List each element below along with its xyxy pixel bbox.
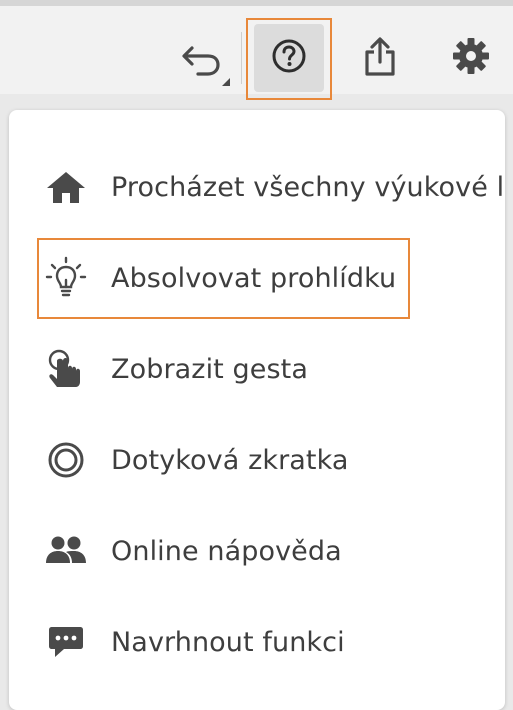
menu-item-label: Navrhnout funkci xyxy=(111,626,345,658)
touch-shortcut-icon xyxy=(43,437,89,483)
menu-item-label: Procházet všechny výukové le xyxy=(111,171,505,203)
undo-icon xyxy=(178,34,230,90)
settings-button[interactable] xyxy=(443,30,499,86)
menu-item-touch-shortcut[interactable]: Dotyková zkratka xyxy=(9,425,505,495)
gear-icon xyxy=(451,36,491,80)
help-button[interactable] xyxy=(254,24,324,92)
people-icon xyxy=(43,528,89,574)
touch-gesture-icon xyxy=(43,346,89,392)
home-icon xyxy=(43,164,89,210)
share-icon xyxy=(358,34,402,82)
help-menu: Procházet všechny výukové le Absolvovat … xyxy=(9,110,505,710)
help-circle-icon xyxy=(269,36,309,80)
menu-item-show-gestures[interactable]: Zobrazit gesta xyxy=(9,334,505,404)
menu-item-browse-tutorials[interactable]: Procházet všechny výukové le xyxy=(9,152,505,222)
menu-item-label: Zobrazit gesta xyxy=(111,353,308,385)
menu-item-label: Online nápověda xyxy=(111,535,342,567)
lightbulb-icon xyxy=(43,255,89,301)
menu-item-online-help[interactable]: Online nápověda xyxy=(9,516,505,586)
menu-item-suggest-feature[interactable]: Navrhnout funkci xyxy=(9,607,505,677)
menu-item-take-tour[interactable]: Absolvovat prohlídku xyxy=(9,243,505,313)
undo-button[interactable] xyxy=(176,34,232,90)
menu-item-label: Dotyková zkratka xyxy=(111,444,349,476)
toolbar-divider xyxy=(241,32,242,84)
share-button[interactable] xyxy=(352,30,408,86)
toolbar xyxy=(0,6,513,100)
speech-bubble-icon xyxy=(43,619,89,665)
menu-item-label: Absolvovat prohlídku xyxy=(111,262,397,294)
help-button-highlight xyxy=(246,18,332,100)
